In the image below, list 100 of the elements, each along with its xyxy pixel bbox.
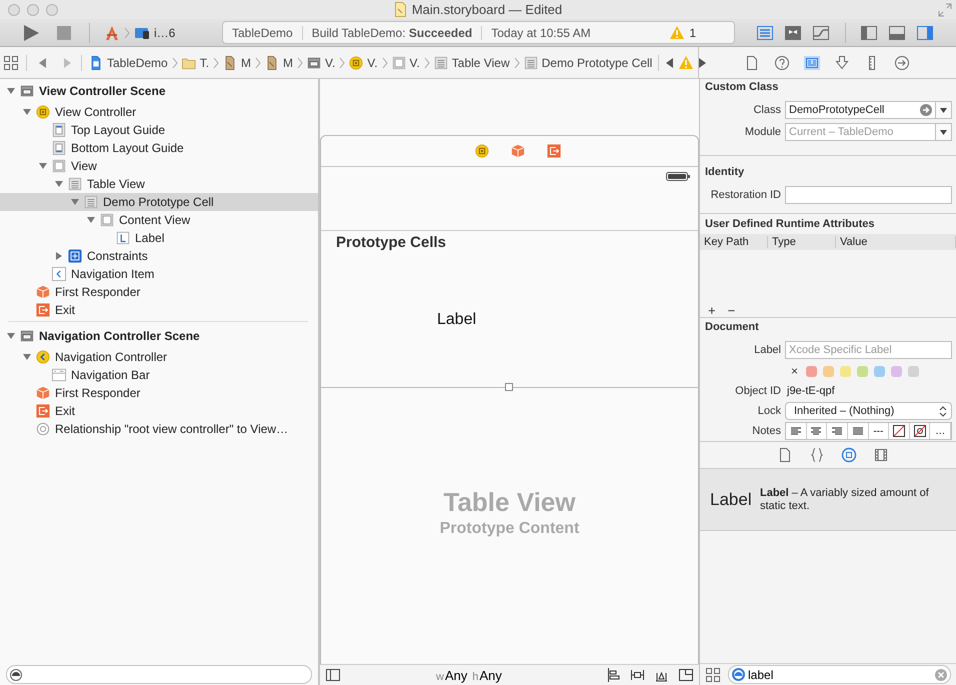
pin-icon[interactable] — [631, 668, 644, 682]
code-library-tab[interactable] — [809, 447, 825, 463]
outline-row[interactable]: Exit — [0, 301, 318, 319]
help-inspector-tab[interactable] — [774, 54, 790, 70]
outline-row[interactable]: Exit — [0, 402, 318, 420]
fullscreen-icon[interactable] — [938, 2, 952, 16]
file-library-tab[interactable] — [777, 447, 793, 463]
outline-row[interactable]: Demo Prototype Cell — [0, 193, 318, 211]
cube-icon[interactable] — [510, 144, 524, 158]
label-field[interactable]: Xcode Specific Label — [785, 341, 952, 359]
run-button[interactable] — [22, 24, 40, 42]
outline-row[interactable]: Constraints — [0, 247, 318, 265]
class-dropdown-button[interactable] — [936, 101, 952, 119]
label-color-swatch[interactable] — [840, 366, 852, 376]
label-color-swatch[interactable] — [857, 366, 868, 376]
resize-handle[interactable] — [505, 383, 513, 391]
view-controller-icon[interactable] — [474, 144, 488, 158]
library-item[interactable]: Label Label – A variably sized amount of static text. — [700, 469, 956, 531]
label-color-swatch[interactable] — [874, 366, 886, 376]
outline-row[interactable]: Content View — [0, 211, 318, 229]
utilities-toggle[interactable] — [916, 24, 934, 40]
identity-inspector-tab[interactable] — [804, 54, 820, 70]
path-item[interactable]: Demo Prototype Cell — [524, 56, 652, 70]
class-field[interactable]: DemoPrototypeCell — [785, 101, 936, 119]
assistant-editor-button[interactable] — [784, 24, 802, 40]
label-color-swatch[interactable] — [891, 366, 902, 376]
outline-row[interactable]: Navigation Bar — [0, 366, 318, 384]
attributes-inspector-tab[interactable] — [834, 54, 850, 70]
notes-format-button[interactable]: --- — [868, 423, 890, 439]
align-left-button[interactable] — [788, 425, 803, 437]
clear-icon[interactable] — [935, 668, 947, 680]
related-items-icon[interactable] — [4, 56, 18, 70]
previous-issue-icon[interactable] — [665, 58, 674, 68]
no-text-color-button[interactable] — [912, 425, 927, 437]
align-center-button[interactable] — [809, 425, 824, 437]
size-class-button[interactable]: wAny hAny — [436, 668, 502, 682]
path-item[interactable]: V. — [349, 56, 378, 70]
path-item[interactable]: M — [223, 56, 252, 70]
resizing-icon[interactable] — [679, 668, 693, 682]
module-field[interactable]: Current – TableDemo — [785, 123, 936, 141]
standard-editor-button[interactable] — [756, 24, 774, 40]
object-library-tab[interactable] — [841, 447, 857, 463]
stop-button[interactable] — [57, 26, 71, 40]
disclosure-triangle-icon[interactable] — [22, 107, 32, 117]
outline-row[interactable]: View Controller Scene — [0, 79, 318, 103]
disclosure-triangle-icon[interactable] — [54, 179, 64, 189]
navigator-toggle[interactable] — [860, 24, 878, 40]
notes-format-button[interactable]: … — [930, 423, 951, 439]
outline-row[interactable]: Table View — [0, 175, 318, 193]
path-item[interactable]: V. — [392, 56, 420, 70]
version-editor-button[interactable] — [812, 24, 830, 40]
label-color-swatch[interactable] — [806, 366, 818, 376]
path-item[interactable]: M — [265, 56, 294, 70]
search-input[interactable]: label — [745, 668, 935, 682]
outline-row[interactable]: View — [0, 157, 318, 175]
label-color-swatch[interactable] — [823, 366, 834, 376]
disclosure-triangle-icon[interactable] — [54, 251, 64, 261]
scheme-selector[interactable]: i…6 — [104, 24, 176, 40]
connections-inspector-tab[interactable] — [894, 54, 910, 70]
sidebar-toggle-icon[interactable] — [326, 669, 340, 681]
path-item[interactable]: T. — [182, 56, 210, 70]
remove-button[interactable]: − — [728, 302, 736, 317]
path-item[interactable]: V. — [307, 56, 336, 70]
clear-color-button[interactable]: × — [791, 364, 798, 378]
back-icon[interactable] — [38, 58, 47, 68]
file-inspector-tab[interactable] — [744, 54, 760, 70]
library-search-field[interactable]: label — [728, 665, 951, 684]
align-icon[interactable] — [607, 668, 620, 682]
outline-row[interactable]: Bottom Layout Guide — [0, 139, 318, 157]
disclosure-triangle-icon[interactable] — [22, 352, 32, 362]
debug-area-toggle[interactable] — [888, 24, 906, 40]
justify-button[interactable] — [850, 425, 865, 437]
path-item[interactable]: TableDemo — [89, 56, 168, 70]
outline-row[interactable]: First Responder — [0, 384, 318, 402]
align-right-button[interactable] — [830, 425, 844, 437]
outline-row[interactable]: Top Layout Guide — [0, 121, 318, 139]
restoration-id-field[interactable] — [785, 186, 952, 204]
outline-row[interactable]: Navigation Item — [0, 265, 318, 283]
disclosure-triangle-icon[interactable] — [6, 331, 16, 341]
add-button[interactable]: + — [708, 302, 716, 317]
disclosure-triangle-icon[interactable] — [38, 161, 48, 171]
media-library-tab[interactable] — [873, 447, 889, 463]
outline-row[interactable]: Navigation Controller Scene — [0, 324, 318, 348]
next-issue-icon[interactable] — [698, 58, 708, 68]
filter-field[interactable] — [6, 665, 312, 684]
label-color-swatch[interactable] — [908, 366, 920, 376]
outline-row[interactable]: Label — [0, 229, 318, 247]
disclosure-triangle-icon[interactable] — [6, 86, 16, 96]
disclosure-triangle-icon[interactable] — [70, 197, 80, 207]
path-item[interactable]: Table View — [434, 56, 510, 70]
outline-row[interactable]: Navigation Controller — [0, 348, 318, 366]
outline-row[interactable]: First Responder — [0, 283, 318, 301]
outline-row[interactable]: Relationship "root view controller" to View… — [0, 420, 318, 438]
grid-view-icon[interactable] — [706, 668, 720, 682]
module-dropdown-button[interactable] — [936, 123, 952, 141]
go-arrow-icon[interactable] — [920, 104, 932, 116]
no-color-button[interactable] — [892, 425, 906, 437]
outline-row[interactable]: View Controller — [0, 103, 318, 121]
disclosure-triangle-icon[interactable] — [86, 215, 96, 225]
exit-icon[interactable] — [546, 144, 560, 158]
